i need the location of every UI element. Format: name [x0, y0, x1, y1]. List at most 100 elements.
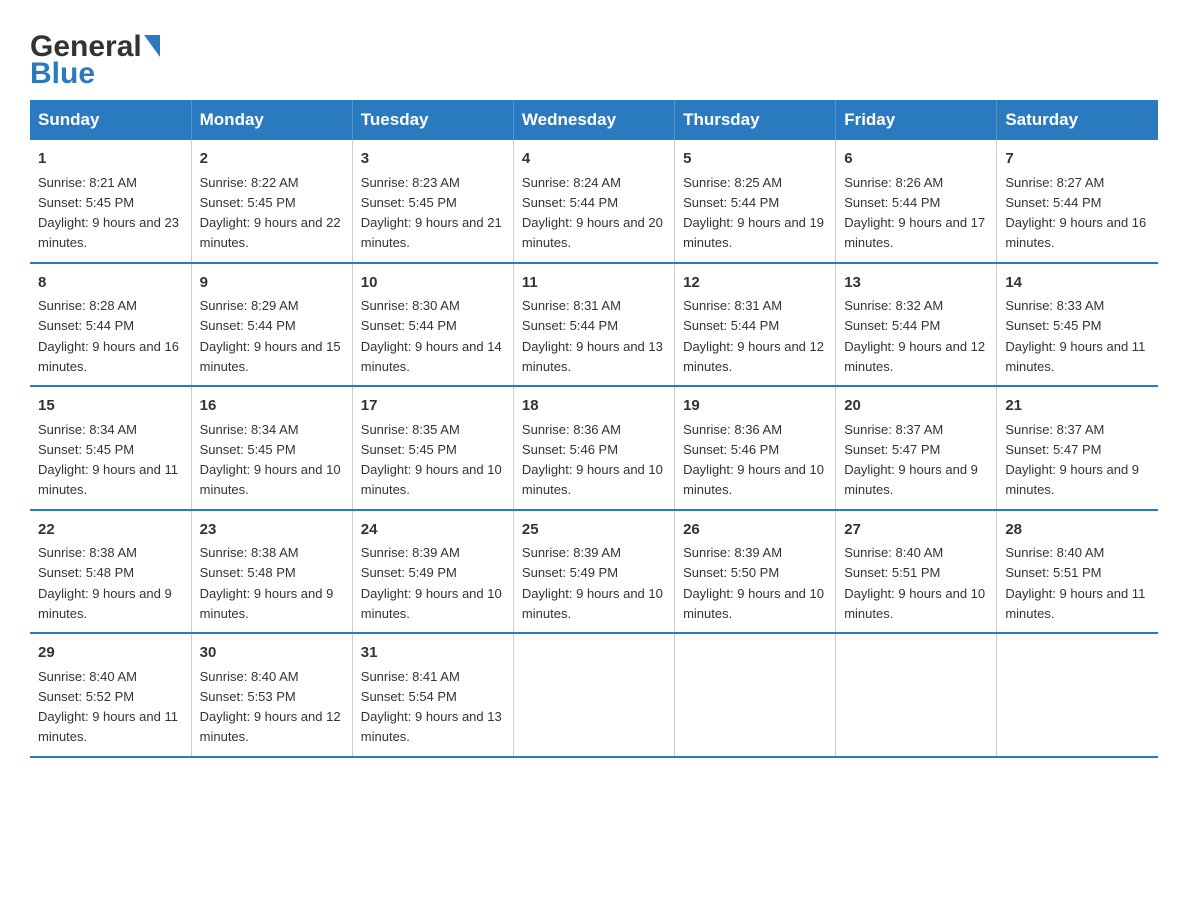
day-info: Sunrise: 8:39 AMSunset: 5:50 PMDaylight:… [683, 545, 824, 621]
day-info: Sunrise: 8:36 AMSunset: 5:46 PMDaylight:… [522, 422, 663, 498]
calendar-cell: 20 Sunrise: 8:37 AMSunset: 5:47 PMDayligh… [836, 386, 997, 510]
day-number: 27 [844, 519, 988, 542]
column-header-sunday: Sunday [30, 100, 191, 140]
day-info: Sunrise: 8:32 AMSunset: 5:44 PMDaylight:… [844, 298, 985, 374]
calendar-cell: 1 Sunrise: 8:21 AMSunset: 5:45 PMDaylight… [30, 140, 191, 263]
day-number: 25 [522, 519, 666, 542]
calendar-header-row: SundayMondayTuesdayWednesdayThursdayFrid… [30, 100, 1158, 140]
calendar-cell: 23Sunrise: 8:38 AMSunset: 5:48 PMDayligh… [191, 510, 352, 634]
calendar-cell: 26Sunrise: 8:39 AMSunset: 5:50 PMDayligh… [675, 510, 836, 634]
day-number: 17 [361, 395, 505, 418]
day-number: 28 [1005, 519, 1150, 542]
calendar-cell: 9Sunrise: 8:29 AMSunset: 5:44 PMDaylight… [191, 263, 352, 387]
day-info: Sunrise: 8:37 AMSunset: 5:47 PMDaylight:… [1005, 422, 1139, 498]
calendar-cell: 18 Sunrise: 8:36 AMSunset: 5:46 PMDayligh… [513, 386, 674, 510]
day-info: Sunrise: 8:34 AMSunset: 5:45 PMDaylight:… [38, 422, 178, 498]
calendar-cell: 11Sunrise: 8:31 AMSunset: 5:44 PMDayligh… [513, 263, 674, 387]
column-header-wednesday: Wednesday [513, 100, 674, 140]
calendar-cell: 27 Sunrise: 8:40 AMSunset: 5:51 PMDayligh… [836, 510, 997, 634]
calendar-cell: 5 Sunrise: 8:25 AMSunset: 5:44 PMDaylight… [675, 140, 836, 263]
day-info: Sunrise: 8:26 AMSunset: 5:44 PMDaylight:… [844, 175, 985, 251]
day-number: 24 [361, 519, 505, 542]
day-number: 8 [38, 272, 183, 295]
column-header-monday: Monday [191, 100, 352, 140]
calendar-week-row: 1 Sunrise: 8:21 AMSunset: 5:45 PMDaylight… [30, 140, 1158, 263]
day-info: Sunrise: 8:23 AMSunset: 5:45 PMDaylight:… [361, 175, 502, 251]
calendar-week-row: 29 Sunrise: 8:40 AMSunset: 5:52 PMDayligh… [30, 633, 1158, 757]
day-number: 5 [683, 148, 827, 171]
day-number: 12 [683, 272, 827, 295]
day-info: Sunrise: 8:30 AMSunset: 5:44 PMDaylight:… [361, 298, 502, 374]
day-info: Sunrise: 8:40 AMSunset: 5:53 PMDaylight:… [200, 669, 341, 745]
day-info: Sunrise: 8:21 AMSunset: 5:45 PMDaylight:… [38, 175, 179, 251]
day-number: 31 [361, 642, 505, 665]
day-number: 13 [844, 272, 988, 295]
day-info: Sunrise: 8:40 AMSunset: 5:52 PMDaylight:… [38, 669, 178, 745]
day-info: Sunrise: 8:37 AMSunset: 5:47 PMDaylight:… [844, 422, 978, 498]
column-header-saturday: Saturday [997, 100, 1158, 140]
day-info: Sunrise: 8:22 AMSunset: 5:45 PMDaylight:… [200, 175, 341, 251]
calendar-cell: 21Sunrise: 8:37 AMSunset: 5:47 PMDayligh… [997, 386, 1158, 510]
logo-arrow-icon [144, 35, 160, 57]
column-header-thursday: Thursday [675, 100, 836, 140]
day-info: Sunrise: 8:41 AMSunset: 5:54 PMDaylight:… [361, 669, 502, 745]
day-number: 19 [683, 395, 827, 418]
day-number: 29 [38, 642, 183, 665]
day-info: Sunrise: 8:40 AMSunset: 5:51 PMDaylight:… [844, 545, 985, 621]
day-info: Sunrise: 8:33 AMSunset: 5:45 PMDaylight:… [1005, 298, 1145, 374]
calendar-cell: 15 Sunrise: 8:34 AMSunset: 5:45 PMDayligh… [30, 386, 191, 510]
calendar-cell: 7 Sunrise: 8:27 AMSunset: 5:44 PMDaylight… [997, 140, 1158, 263]
calendar-cell: 24 Sunrise: 8:39 AMSunset: 5:49 PMDayligh… [352, 510, 513, 634]
calendar-cell: 17 Sunrise: 8:35 AMSunset: 5:45 PMDayligh… [352, 386, 513, 510]
day-info: Sunrise: 8:40 AMSunset: 5:51 PMDaylight:… [1005, 545, 1145, 621]
day-info: Sunrise: 8:31 AMSunset: 5:44 PMDaylight:… [522, 298, 663, 374]
calendar-cell [513, 633, 674, 757]
calendar-cell: 14 Sunrise: 8:33 AMSunset: 5:45 PMDayligh… [997, 263, 1158, 387]
day-number: 22 [38, 519, 183, 542]
calendar-cell: 30Sunrise: 8:40 AMSunset: 5:53 PMDayligh… [191, 633, 352, 757]
calendar-cell: 6 Sunrise: 8:26 AMSunset: 5:44 PMDaylight… [836, 140, 997, 263]
day-number: 14 [1005, 272, 1150, 295]
day-info: Sunrise: 8:39 AMSunset: 5:49 PMDaylight:… [522, 545, 663, 621]
day-number: 20 [844, 395, 988, 418]
day-info: Sunrise: 8:24 AMSunset: 5:44 PMDaylight:… [522, 175, 663, 251]
column-header-tuesday: Tuesday [352, 100, 513, 140]
day-number: 15 [38, 395, 183, 418]
day-info: Sunrise: 8:38 AMSunset: 5:48 PMDaylight:… [200, 545, 334, 621]
calendar-cell: 22 Sunrise: 8:38 AMSunset: 5:48 PMDayligh… [30, 510, 191, 634]
day-number: 7 [1005, 148, 1150, 171]
calendar-cell: 16Sunrise: 8:34 AMSunset: 5:45 PMDayligh… [191, 386, 352, 510]
calendar-cell: 8Sunrise: 8:28 AMSunset: 5:44 PMDaylight… [30, 263, 191, 387]
day-number: 1 [38, 148, 183, 171]
calendar-cell: 10Sunrise: 8:30 AMSunset: 5:44 PMDayligh… [352, 263, 513, 387]
calendar-cell [836, 633, 997, 757]
day-number: 6 [844, 148, 988, 171]
day-info: Sunrise: 8:38 AMSunset: 5:48 PMDaylight:… [38, 545, 172, 621]
day-info: Sunrise: 8:34 AMSunset: 5:45 PMDaylight:… [200, 422, 341, 498]
day-info: Sunrise: 8:27 AMSunset: 5:44 PMDaylight:… [1005, 175, 1146, 251]
day-info: Sunrise: 8:39 AMSunset: 5:49 PMDaylight:… [361, 545, 502, 621]
page-header: General Blue [30, 20, 1158, 90]
calendar-cell: 13 Sunrise: 8:32 AMSunset: 5:44 PMDayligh… [836, 263, 997, 387]
calendar-cell: 29 Sunrise: 8:40 AMSunset: 5:52 PMDayligh… [30, 633, 191, 757]
calendar-cell: 31 Sunrise: 8:41 AMSunset: 5:54 PMDayligh… [352, 633, 513, 757]
logo-blue: Blue [30, 57, 95, 90]
calendar-cell: 19 Sunrise: 8:36 AMSunset: 5:46 PMDayligh… [675, 386, 836, 510]
calendar-week-row: 22 Sunrise: 8:38 AMSunset: 5:48 PMDayligh… [30, 510, 1158, 634]
column-header-friday: Friday [836, 100, 997, 140]
calendar-week-row: 15 Sunrise: 8:34 AMSunset: 5:45 PMDayligh… [30, 386, 1158, 510]
day-info: Sunrise: 8:25 AMSunset: 5:44 PMDaylight:… [683, 175, 824, 251]
calendar-table: SundayMondayTuesdayWednesdayThursdayFrid… [30, 100, 1158, 758]
day-number: 2 [200, 148, 344, 171]
calendar-cell [997, 633, 1158, 757]
day-info: Sunrise: 8:36 AMSunset: 5:46 PMDaylight:… [683, 422, 824, 498]
day-info: Sunrise: 8:29 AMSunset: 5:44 PMDaylight:… [200, 298, 341, 374]
calendar-cell [675, 633, 836, 757]
calendar-cell: 25 Sunrise: 8:39 AMSunset: 5:49 PMDayligh… [513, 510, 674, 634]
day-info: Sunrise: 8:35 AMSunset: 5:45 PMDaylight:… [361, 422, 502, 498]
calendar-cell: 4 Sunrise: 8:24 AMSunset: 5:44 PMDaylight… [513, 140, 674, 263]
calendar-cell: 12Sunrise: 8:31 AMSunset: 5:44 PMDayligh… [675, 263, 836, 387]
day-number: 18 [522, 395, 666, 418]
calendar-cell: 3Sunrise: 8:23 AMSunset: 5:45 PMDaylight… [352, 140, 513, 263]
day-number: 4 [522, 148, 666, 171]
